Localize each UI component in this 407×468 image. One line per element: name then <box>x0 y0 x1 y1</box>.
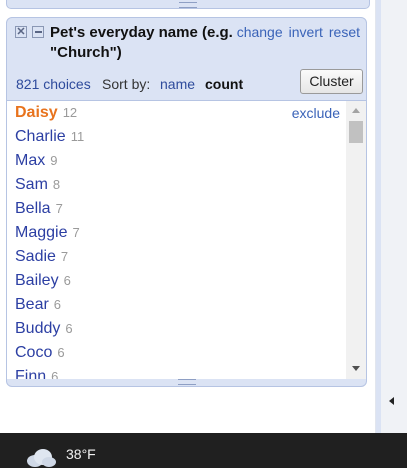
sort-label: Sort by: <box>102 76 151 92</box>
choice-label[interactable]: Sadie <box>15 248 56 265</box>
left-panel: ✕ Pet's everyday name (e.g. "Church") ch… <box>0 0 376 433</box>
scrollbar-thumb[interactable] <box>349 121 363 143</box>
list-item: Daisy 12 <box>15 104 77 128</box>
close-icon[interactable]: ✕ <box>15 26 27 38</box>
list-item: Sadie 7 <box>15 248 68 272</box>
choices-count[interactable]: 821 choices <box>16 76 91 92</box>
choice-count: 6 <box>57 345 65 360</box>
choice-label[interactable]: Buddy <box>15 320 60 337</box>
facet-links: change invert reset <box>231 24 360 40</box>
facet-controls: 821 choices Sort by: name count Cluster <box>7 69 366 99</box>
resize-grip-icon[interactable] <box>179 2 197 8</box>
choice-count: 11 <box>70 129 85 144</box>
choice-label[interactable]: Sam <box>15 176 48 193</box>
minimize-icon[interactable] <box>32 26 44 38</box>
choice-label[interactable]: Maggie <box>15 224 67 241</box>
resize-grip-icon <box>177 379 196 385</box>
cluster-button[interactable]: Cluster <box>300 69 363 94</box>
temperature[interactable]: 38°F <box>66 446 96 462</box>
sort-by-count-link[interactable]: count <box>205 76 243 92</box>
choice-count: 12 <box>62 105 78 120</box>
facet-header: ✕ Pet's everyday name (e.g. "Church") ch… <box>7 18 366 68</box>
list-item: Bailey 6 <box>15 272 71 296</box>
choice-count: 7 <box>55 201 63 216</box>
scroll-up-icon[interactable] <box>352 108 360 113</box>
choice-count: 8 <box>52 177 61 192</box>
facet-panel: ✕ Pet's everyday name (e.g. "Church") ch… <box>6 17 367 387</box>
exclude-link[interactable]: exclude <box>292 105 340 121</box>
choice-count: 6 <box>65 321 73 336</box>
choice-label[interactable]: Bear <box>15 296 49 313</box>
facet-title: Pet's everyday name (e.g. "Church") <box>50 24 233 61</box>
sort-by-name-link[interactable]: name <box>160 76 195 92</box>
choice-label[interactable]: Charlie <box>15 128 66 145</box>
collapse-left-icon[interactable] <box>389 397 394 405</box>
choice-count: 6 <box>53 297 62 312</box>
choice-label[interactable]: Coco <box>15 344 52 361</box>
choice-count: 7 <box>72 225 80 240</box>
reset-link[interactable]: reset <box>329 24 360 40</box>
right-panel <box>381 0 407 433</box>
choice-count: 9 <box>50 153 58 168</box>
list-item: Max 9 <box>15 152 57 176</box>
change-link[interactable]: change <box>237 24 283 40</box>
facet-resize-handle[interactable] <box>7 377 366 386</box>
scrollbar[interactable] <box>346 101 366 379</box>
choice-label[interactable]: Daisy <box>15 104 58 121</box>
taskbar: 38°F <box>0 433 407 468</box>
choice-label[interactable]: Bailey <box>15 272 59 289</box>
list-item: Bella 7 <box>15 200 63 224</box>
list-item: Maggie 7 <box>15 224 80 248</box>
list-item: Coco 6 <box>15 344 65 368</box>
list-item: Buddy 6 <box>15 320 73 344</box>
choice-count: 6 <box>63 273 71 288</box>
list-item: Charlie 11 <box>15 128 84 152</box>
list-item: Bear 6 <box>15 296 61 320</box>
previous-facet-bottom <box>6 0 370 9</box>
choice-count: 7 <box>60 249 69 264</box>
choice-label[interactable]: Max <box>15 152 45 169</box>
choice-label[interactable]: Bella <box>15 200 51 217</box>
invert-link[interactable]: invert <box>289 24 323 40</box>
list-item: Sam 8 <box>15 176 60 200</box>
facet-choices-list[interactable]: Daisy 12 Charlie 11 Max 9 Sam 8 Bella 7 Maggie 7 Sad… <box>7 100 366 379</box>
scroll-down-icon[interactable] <box>352 366 360 371</box>
cloud-icon[interactable] <box>25 447 57 468</box>
